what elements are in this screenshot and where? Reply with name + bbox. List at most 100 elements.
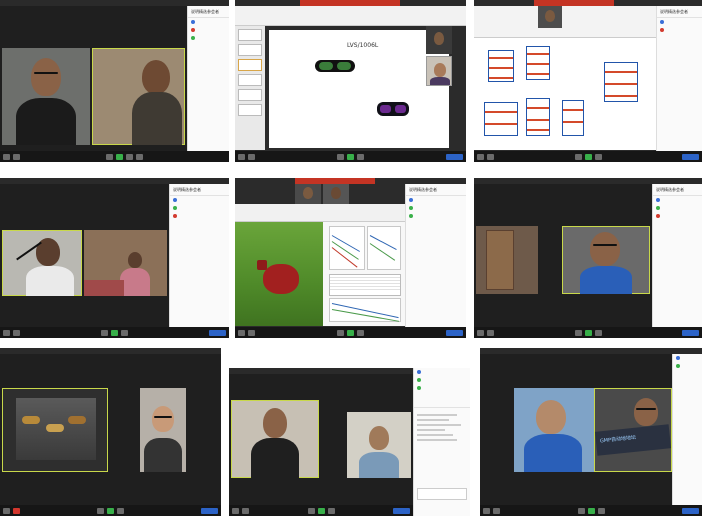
participant-row[interactable] — [653, 212, 702, 220]
participant-video-2[interactable] — [92, 48, 185, 145]
chat-button[interactable] — [597, 507, 605, 514]
participant-video-2[interactable] — [140, 388, 186, 472]
screenshot-6: 说明精选参会者 — [474, 178, 702, 338]
participant-row[interactable] — [406, 204, 466, 212]
participants-button[interactable] — [101, 329, 108, 336]
video-button[interactable] — [13, 153, 20, 160]
mute-button[interactable] — [238, 329, 245, 336]
share-screen-button[interactable] — [111, 329, 118, 336]
chat-panel — [413, 368, 470, 516]
record-button[interactable] — [136, 153, 143, 160]
share-screen-button[interactable] — [116, 153, 123, 160]
participant-video-2[interactable] — [562, 226, 650, 294]
chat-button[interactable] — [357, 153, 364, 160]
mute-button[interactable] — [477, 153, 484, 160]
participant-row[interactable] — [170, 196, 229, 204]
participants-button[interactable] — [574, 329, 582, 336]
share-screen-button[interactable] — [347, 153, 354, 160]
participant-row[interactable] — [188, 18, 229, 26]
participant-row[interactable] — [657, 18, 702, 26]
mute-button[interactable] — [483, 507, 490, 514]
mute-button[interactable] — [3, 153, 10, 160]
end-meeting-button[interactable] — [446, 329, 463, 336]
chat-button[interactable] — [327, 507, 335, 514]
participant-row[interactable] — [653, 204, 702, 212]
participant-row[interactable] — [170, 212, 229, 220]
end-meeting-button[interactable] — [682, 153, 699, 160]
video-button[interactable] — [487, 153, 494, 160]
share-screen-button[interactable] — [584, 329, 592, 336]
participant-video-1[interactable] — [2, 230, 82, 296]
video-button[interactable] — [493, 507, 500, 514]
participant-row[interactable] — [406, 212, 466, 220]
video-button[interactable] — [248, 153, 255, 160]
participant-row[interactable] — [673, 354, 702, 362]
share-screen-button[interactable] — [347, 329, 354, 336]
mute-button[interactable] — [232, 507, 239, 514]
chat-button[interactable] — [594, 329, 602, 336]
participant-thumbnail[interactable] — [426, 56, 452, 86]
video-button[interactable] — [487, 329, 494, 336]
video-button[interactable] — [13, 507, 20, 514]
chat-input[interactable] — [417, 488, 467, 500]
participant-row[interactable] — [414, 368, 470, 376]
participant-video-2[interactable] — [347, 412, 411, 478]
participant-video-1[interactable] — [476, 226, 538, 294]
end-meeting-button[interactable] — [682, 507, 699, 514]
participants-button[interactable] — [106, 153, 113, 160]
video-button[interactable] — [13, 329, 20, 336]
participant-row[interactable] — [657, 26, 702, 34]
participant-row[interactable] — [188, 26, 229, 34]
participant-video-1[interactable] — [2, 48, 90, 145]
share-screen-button[interactable] — [587, 507, 595, 514]
avatar-icon — [656, 214, 660, 218]
participants-button[interactable] — [574, 153, 582, 160]
share-screen-button[interactable] — [317, 507, 325, 514]
chat-button[interactable] — [126, 153, 133, 160]
participant-row[interactable] — [414, 384, 470, 392]
participant-video-1[interactable] — [514, 388, 594, 472]
chat-button[interactable] — [121, 329, 128, 336]
participant-video-2[interactable] — [84, 230, 167, 296]
share-screen-button[interactable] — [584, 153, 592, 160]
share-screen-button[interactable] — [107, 507, 114, 514]
participant-row[interactable] — [406, 196, 466, 204]
video-button[interactable] — [242, 507, 249, 514]
participant-row[interactable] — [170, 204, 229, 212]
mute-button[interactable] — [3, 329, 10, 336]
participant-video-2[interactable]: GMP自动地地坛 — [594, 388, 672, 472]
end-meeting-button[interactable] — [209, 329, 226, 336]
end-meeting-button[interactable] — [201, 507, 218, 514]
participant-row[interactable] — [653, 196, 702, 204]
door — [486, 230, 514, 290]
participant-thumbnail[interactable] — [295, 184, 321, 204]
participant-row[interactable] — [188, 34, 229, 42]
spec-table — [329, 274, 401, 296]
participants-button[interactable] — [97, 507, 104, 514]
participant-thumbnail-top[interactable] — [426, 26, 452, 54]
participant-thumbnail[interactable] — [538, 6, 562, 28]
participants-button[interactable] — [337, 153, 344, 160]
mute-button[interactable] — [477, 329, 484, 336]
mute-button[interactable] — [3, 507, 10, 514]
slide-thumbnails — [235, 26, 265, 150]
chat-button[interactable] — [117, 507, 124, 514]
screenshot-8 — [229, 368, 470, 516]
participants-button[interactable] — [307, 507, 315, 514]
chat-button[interactable] — [357, 329, 364, 336]
participant-head — [142, 60, 170, 94]
end-meeting-button[interactable] — [393, 507, 410, 514]
participants-button[interactable] — [337, 329, 344, 336]
mute-button[interactable] — [238, 153, 245, 160]
chat-button[interactable] — [594, 153, 602, 160]
end-meeting-button[interactable] — [446, 153, 463, 160]
participant-thumbnail-2[interactable] — [323, 184, 349, 204]
participant-row[interactable] — [673, 362, 702, 370]
spec-page — [323, 222, 405, 326]
participants-button[interactable] — [577, 507, 585, 514]
participant-video-1[interactable] — [2, 388, 108, 472]
end-meeting-button[interactable] — [682, 329, 699, 336]
video-button[interactable] — [248, 329, 255, 336]
participant-video-1[interactable] — [231, 400, 319, 478]
participant-row[interactable] — [414, 376, 470, 384]
